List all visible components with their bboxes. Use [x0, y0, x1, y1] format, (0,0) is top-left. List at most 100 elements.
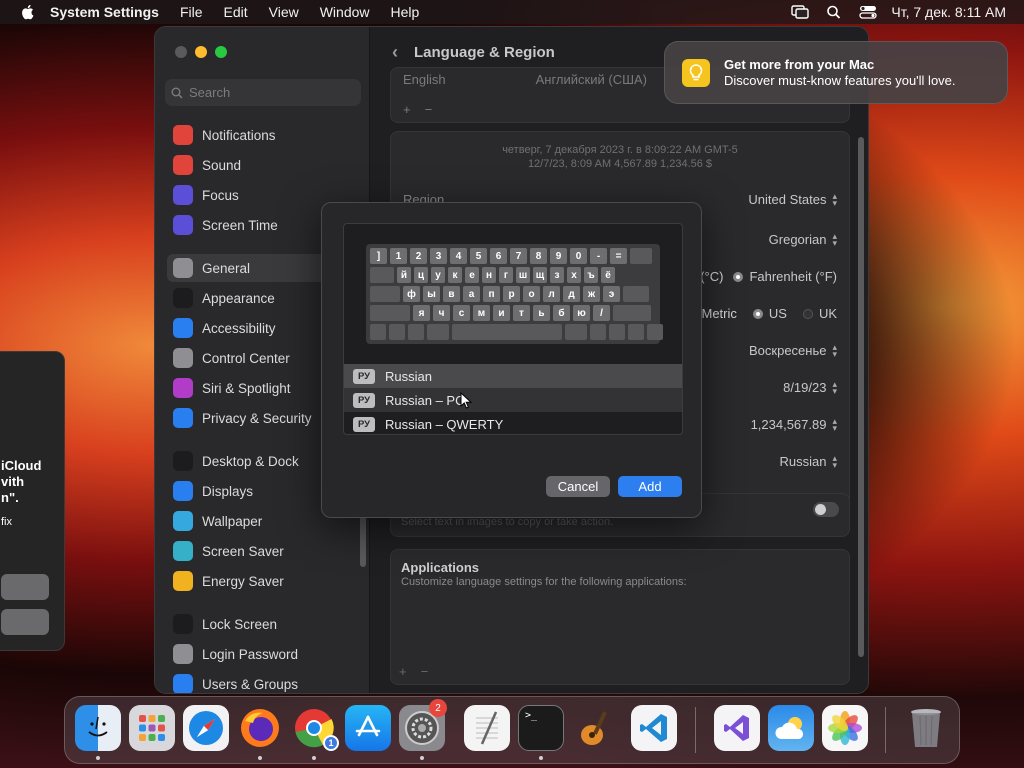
first-day-select[interactable]: Воскресенье ▴ ▾	[749, 341, 837, 359]
uk-option[interactable]: UK	[802, 306, 837, 321]
add-language-icon[interactable]: +	[403, 102, 411, 117]
cancel-button[interactable]: Cancel	[546, 476, 610, 497]
window-controls	[175, 46, 227, 58]
us-option[interactable]: US	[752, 306, 787, 321]
wallpaper-icon	[173, 511, 193, 531]
keyboard-key: с	[453, 305, 470, 321]
sidebar-item-label: Appearance	[202, 290, 275, 306]
garageband-icon[interactable]	[572, 705, 618, 751]
finder-icon[interactable]	[75, 705, 121, 751]
fahrenheit-option[interactable]: Fahrenheit (°F)	[733, 269, 837, 284]
vscode-icon[interactable]	[631, 705, 677, 751]
menu-file[interactable]: File	[180, 4, 203, 20]
list-sort-select[interactable]: Russian ▴ ▾	[779, 453, 838, 469]
calendar-select[interactable]: Gregorian ▴ ▾	[769, 231, 837, 247]
number-format-value: 1,234,567.89	[750, 417, 827, 432]
keyboard-key: /	[593, 305, 610, 321]
textedit-icon[interactable]	[464, 705, 510, 751]
input-source-picker: ] 1 2 3 4 5 6 7 8 9 0- = йцукенгшщзхъё фывапролджэ …	[343, 223, 683, 435]
screensaver-icon	[173, 541, 193, 561]
keyboard-key-blank	[628, 324, 644, 340]
firefox-icon[interactable]	[237, 705, 283, 751]
sidebar-item-lock-screen[interactable]: Lock Screen	[167, 610, 363, 638]
sidebar-item-notifications[interactable]: Notifications	[167, 121, 363, 149]
sidebar-item-energy-saver[interactable]: Energy Saver	[167, 567, 363, 595]
dock: 1 2 >_	[64, 696, 960, 764]
add-app-icon[interactable]: +	[399, 664, 407, 679]
keyboard-key-blank	[609, 324, 625, 340]
add-button[interactable]: Add	[618, 476, 682, 497]
main-scrollbar[interactable]	[858, 137, 864, 657]
keyboard-row-3: фывапролджэ	[370, 286, 649, 302]
accessibility-icon	[173, 318, 193, 338]
dialog-button-secondary[interactable]	[1, 609, 49, 635]
keyboard-key-blank	[623, 286, 649, 302]
sidebar-item-label: Screen Saver	[202, 543, 284, 559]
keyboard-key: ч	[433, 305, 450, 321]
keyboard-key: 7	[510, 248, 527, 264]
weather-icon[interactable]	[768, 705, 814, 751]
radio-selected-icon	[752, 308, 763, 319]
keyboard-key: к	[448, 267, 462, 283]
dialog-button-primary[interactable]	[1, 574, 49, 600]
remove-app-icon[interactable]: −	[421, 664, 429, 679]
menu-window[interactable]: Window	[320, 4, 370, 20]
menu-clock[interactable]: Чт, 7 дек. 8:11 AM	[891, 4, 1006, 20]
screen-mirroring-icon[interactable]	[791, 5, 810, 19]
input-source-item[interactable]: РУ Russian – PC	[344, 388, 682, 412]
photos-icon[interactable]	[822, 705, 868, 751]
live-text-toggle[interactable]	[813, 502, 839, 517]
spotlight-search-icon[interactable]	[825, 5, 843, 19]
launchpad-icon[interactable]	[129, 705, 175, 751]
visual-studio-icon[interactable]	[714, 705, 760, 751]
keyboard-key: б	[553, 305, 570, 321]
applications-desc: Customize language settings for the foll…	[401, 576, 687, 588]
input-source-item[interactable]: РУ Russian	[344, 364, 682, 388]
region-select[interactable]: United States ▴ ▾	[748, 191, 837, 207]
terminal-icon[interactable]: >_	[518, 705, 564, 751]
input-source-item[interactable]: РУ Russian – QWERTY	[344, 412, 682, 436]
number-format-select[interactable]: 1,234,567.89 ▴ ▾	[750, 416, 837, 432]
celsius-option[interactable]: (°C)	[700, 269, 723, 284]
sidebar-item-sound[interactable]: Sound	[167, 151, 363, 179]
notification-banner[interactable]: Get more from your Mac Discover must-kno…	[664, 41, 1008, 104]
control-center-icon[interactable]	[859, 5, 878, 19]
sidebar-item-users-groups[interactable]: Users & Groups	[167, 670, 363, 693]
remove-language-icon[interactable]: −	[425, 102, 433, 117]
keyboard-key: =	[610, 248, 627, 264]
keyboard-key-blank	[427, 324, 449, 340]
sidebar-item-label: General	[202, 260, 251, 276]
apple-logo-icon[interactable]	[20, 4, 34, 20]
chrome-icon[interactable]: 1	[291, 705, 339, 751]
safari-icon[interactable]	[183, 705, 229, 751]
close-button[interactable]	[175, 46, 187, 58]
minimize-button[interactable]	[195, 46, 207, 58]
battery-icon	[173, 571, 193, 591]
updown-chevron-icon: ▴ ▾	[832, 341, 837, 359]
date-format-select[interactable]: 8/19/23 ▴ ▾	[783, 379, 837, 395]
menu-help[interactable]: Help	[391, 4, 420, 20]
display-icon	[173, 481, 193, 501]
trash-icon[interactable]	[903, 705, 949, 751]
search-field[interactable]: Search	[165, 79, 361, 106]
app-store-icon[interactable]	[345, 705, 391, 751]
keyboard-key-blank	[408, 324, 424, 340]
keyboard-key: а	[463, 286, 480, 302]
menu-edit[interactable]: Edit	[224, 4, 248, 20]
us-label: US	[768, 306, 787, 321]
settings-icon[interactable]: 2	[399, 699, 447, 751]
metric-option[interactable]: Metric	[701, 306, 736, 321]
sidebar-item-label: Wallpaper	[202, 513, 263, 529]
chrome-badge: 1	[323, 735, 339, 751]
uk-label: UK	[818, 306, 837, 321]
sidebar-item-screen-saver[interactable]: Screen Saver	[167, 537, 363, 565]
zoom-button[interactable]	[215, 46, 227, 58]
list-sort-value: Russian	[779, 454, 827, 469]
menu-app-name[interactable]: System Settings	[50, 4, 159, 20]
format-preview-line2: 12/7/23, 8:09 AM 4,567.89 1,234.56 $	[527, 158, 713, 170]
back-chevron-icon[interactable]: ‹	[392, 42, 398, 63]
menu-view[interactable]: View	[269, 4, 299, 20]
sidebar-item-login-password[interactable]: Login Password	[167, 640, 363, 668]
keyboard-key: ё	[601, 267, 615, 283]
applications-add-remove: + −	[399, 664, 428, 679]
